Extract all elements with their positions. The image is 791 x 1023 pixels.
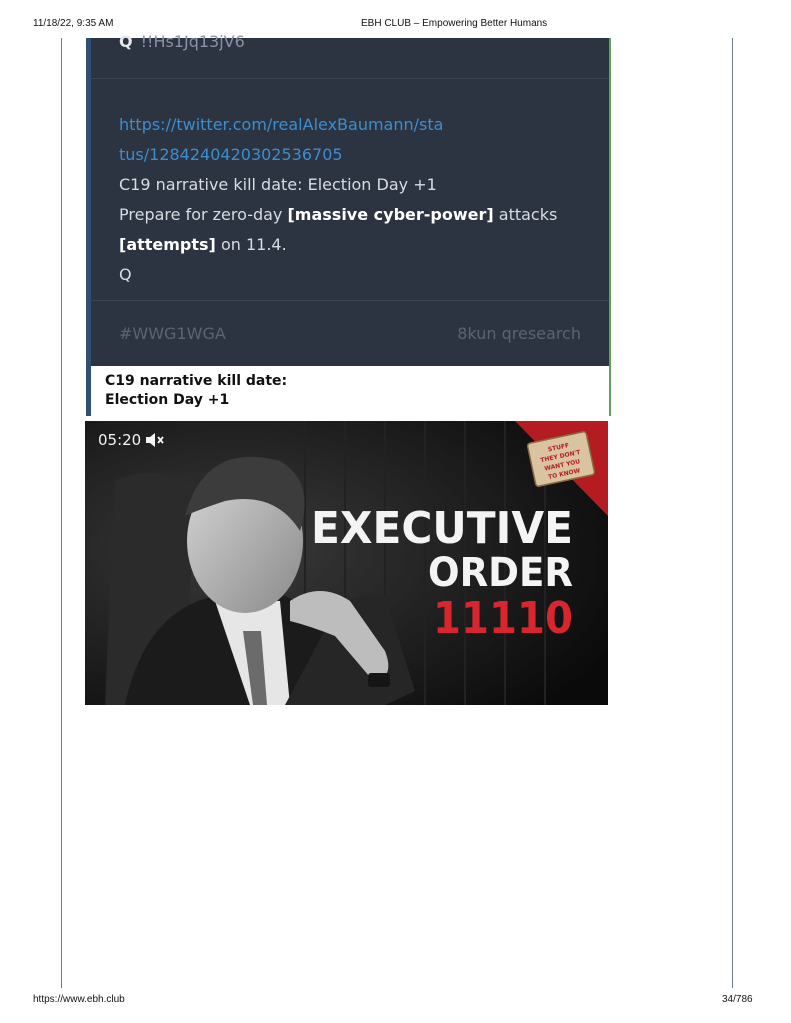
caption-line-1: C19 narrative kill date: xyxy=(105,373,288,389)
print-page-number: 34/786 xyxy=(722,994,753,1005)
tripcode: !!Hs1Jq13jV6 xyxy=(140,32,245,51)
right-margin-rule xyxy=(732,38,733,988)
caption-line-2: Election Day +1 xyxy=(105,392,230,408)
video-time: 05:20 xyxy=(98,431,141,449)
post-source: 8kun qresearch xyxy=(457,324,581,343)
video-title-line-2: ORDER xyxy=(428,550,573,596)
wristwatch xyxy=(368,673,390,687)
video-title-line-1: EXECUTIVE xyxy=(311,503,573,554)
print-url: https://www.ebh.club xyxy=(33,994,125,1005)
divider xyxy=(91,78,609,79)
image-caption: C19 narrative kill date: Election Day +1 xyxy=(86,366,611,416)
print-page-title: EBH CLUB – Empowering Better Humans xyxy=(361,18,548,29)
video-player[interactable]: STUFF THEY DON'T WANT YOU TO KNOW EXECUT… xyxy=(85,421,608,705)
video-title-line-3: 11110 xyxy=(433,593,573,644)
print-datetime: 11/18/22, 9:35 AM xyxy=(33,18,114,29)
divider xyxy=(91,300,609,301)
post-body: https://twitter.com/realAlexBaumann/sta t… xyxy=(119,110,589,290)
q-label: Q xyxy=(119,32,133,51)
post-signature: Q xyxy=(119,265,132,284)
post-line-2: Prepare for zero-day [massive cyber-powe… xyxy=(119,205,558,224)
post-line-3: [attempts] on 11.4. xyxy=(119,235,287,254)
post-line-1: C19 narrative kill date: Election Day +1 xyxy=(119,175,437,194)
hashtag[interactable]: #WWG1WGA xyxy=(119,324,226,343)
video-frame: STUFF THEY DON'T WANT YOU TO KNOW EXECUT… xyxy=(85,421,608,705)
post-author: Q !!Hs1Jq13jV6 xyxy=(119,32,245,51)
left-margin-rule xyxy=(61,38,62,988)
tweet-link[interactable]: https://twitter.com/realAlexBaumann/sta t… xyxy=(119,110,589,170)
q-post-card: Q !!Hs1Jq13jV6 https://twitter.com/realAl… xyxy=(86,32,611,366)
